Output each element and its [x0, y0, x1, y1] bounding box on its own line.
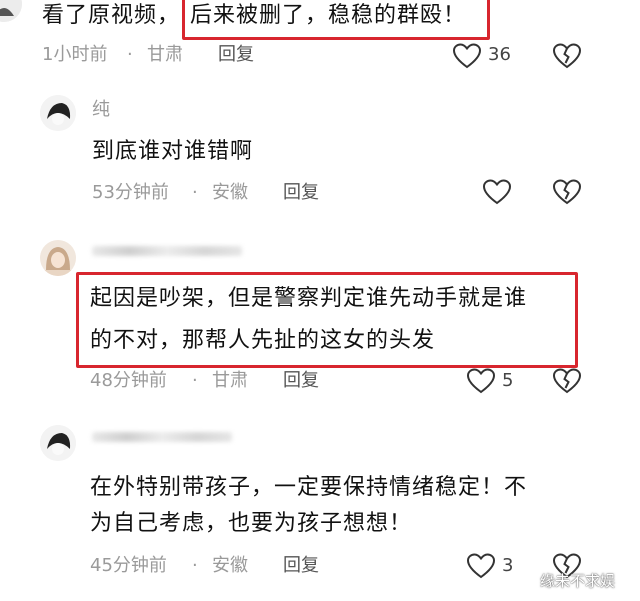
avatar[interactable] [40, 425, 76, 461]
heart-icon[interactable] [482, 178, 512, 206]
comment-time: 45分钟前 [90, 555, 167, 576]
heart-icon[interactable] [466, 552, 496, 580]
comment-location: 甘肃 [147, 44, 183, 65]
comment-text-line: 起因是吵架，但是警察判定谁先动手就是谁 [90, 286, 528, 311]
avatar-partial[interactable] [0, 0, 22, 22]
username[interactable]: 纯 [92, 98, 110, 122]
comment-text: 看了原视频， [42, 3, 181, 28]
avatar-icon [40, 95, 76, 131]
blurred-username [92, 432, 232, 442]
comment-location: 安徽 [212, 555, 248, 576]
avatar[interactable] [40, 240, 76, 276]
avatar[interactable] [40, 95, 76, 131]
watermark: 缘未不求娱 [540, 572, 616, 590]
separator-dot: · [192, 370, 198, 391]
heart-icon[interactable] [452, 42, 482, 70]
reply-button[interactable]: 回复 [283, 553, 319, 579]
separator-dot: · [192, 182, 198, 203]
comment-text-line: 为自己考虑，也要为孩子想想！ [90, 511, 413, 536]
blurred-username [92, 246, 242, 256]
comment-time: 48分钟前 [90, 370, 167, 391]
comment-location: 甘肃 [212, 370, 248, 391]
comment-time: 1小时前 [42, 44, 108, 65]
comment-location: 安徽 [212, 182, 248, 203]
comment-time: 53分钟前 [92, 182, 169, 203]
broken-heart-icon[interactable] [552, 178, 582, 206]
separator-dot: · [127, 44, 133, 65]
like-count: 3 [502, 555, 514, 576]
avatar-icon [40, 240, 76, 276]
like-count: 36 [488, 44, 511, 65]
comment-text-line: 到底谁对谁错啊 [92, 139, 254, 164]
reply-button[interactable]: 回复 [283, 180, 319, 206]
reply-button[interactable]: 回复 [218, 42, 254, 68]
avatar-icon [40, 425, 76, 461]
broken-heart-icon[interactable] [552, 42, 582, 70]
comment-text-highlighted: 后来被删了，稳稳的群殴！ [190, 3, 467, 28]
comment-text-line: 的不对，那帮人先扯的这女的头发 [90, 328, 436, 353]
avatar-icon [0, 0, 22, 22]
broken-heart-icon[interactable] [552, 367, 582, 395]
separator-dot: · [192, 555, 198, 576]
reply-button[interactable]: 回复 [283, 368, 319, 394]
like-count: 5 [502, 370, 514, 391]
comment-text-line: 在外特别带孩子，一定要保持情绪稳定！不 [90, 475, 528, 500]
heart-icon[interactable] [466, 367, 496, 395]
